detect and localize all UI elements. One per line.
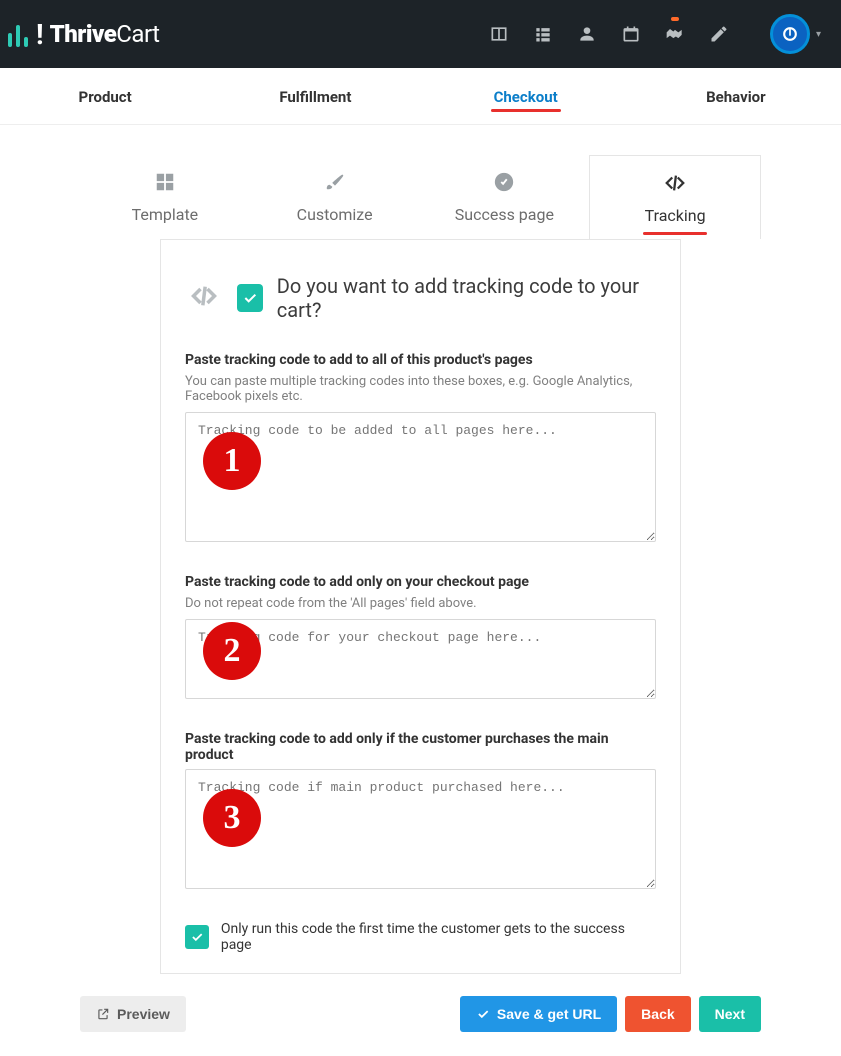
list-icon[interactable] <box>532 23 554 45</box>
brand-logo[interactable]: ! ThriveCart <box>8 18 160 51</box>
check-icon <box>476 1007 490 1021</box>
button-label: Save & get URL <box>497 1006 601 1022</box>
button-label: Preview <box>117 1006 170 1022</box>
field-help: You can paste multiple tracking codes in… <box>185 374 656 404</box>
annotation-badge-3: 3 <box>203 789 261 847</box>
annotation-badge-2: 2 <box>203 622 261 680</box>
check-circle-icon <box>420 171 590 197</box>
only-run-label: Only run this code the first time the cu… <box>221 921 656 953</box>
header-icon-row: ▾ <box>488 14 821 54</box>
notification-dot <box>671 17 679 21</box>
preview-button[interactable]: Preview <box>80 996 186 1032</box>
subtab-success[interactable]: Success page <box>420 155 590 239</box>
back-button[interactable]: Back <box>625 996 690 1032</box>
top-bar: ! ThriveCart ▾ <box>0 0 841 68</box>
subtab-label: Success page <box>455 205 554 224</box>
brand-name: ThriveCart <box>50 20 160 48</box>
field-label: Paste tracking code to add to all of thi… <box>185 352 656 368</box>
tab-product[interactable]: Product <box>0 68 210 124</box>
tab-checkout[interactable]: Checkout <box>421 68 631 124</box>
calendar-icon[interactable] <box>620 23 642 45</box>
account-menu[interactable]: ▾ <box>770 14 821 54</box>
logo-mark: ! <box>36 18 44 51</box>
tab-behavior[interactable]: Behavior <box>631 68 841 124</box>
code-icon <box>590 172 760 198</box>
field-checkout-page: Paste tracking code to add only on your … <box>185 574 656 703</box>
code-icon <box>185 282 223 314</box>
only-run-checkbox[interactable] <box>185 925 209 949</box>
field-main-product: Paste tracking code to add only if the c… <box>185 731 656 893</box>
chevron-down-icon: ▾ <box>816 29 821 40</box>
avatar-icon <box>770 14 810 54</box>
edit-icon[interactable] <box>708 23 730 45</box>
button-label: Back <box>641 1006 674 1022</box>
only-run-row: Only run this code the first time the cu… <box>185 921 656 953</box>
logo-bars-icon <box>8 21 28 47</box>
subtab-label: Tracking <box>645 206 706 225</box>
enable-tracking-checkbox[interactable] <box>237 284 263 312</box>
field-help: Do not repeat code from the 'All pages' … <box>185 596 656 611</box>
tracking-panel: Do you want to add tracking code to your… <box>160 239 681 974</box>
next-button[interactable]: Next <box>699 996 761 1032</box>
subtab-label: Template <box>132 205 199 224</box>
save-button[interactable]: Save & get URL <box>460 996 617 1032</box>
handshake-icon[interactable] <box>664 23 686 45</box>
grid-icon <box>80 171 250 197</box>
brush-icon <box>250 171 420 197</box>
annotation-badge-1: 1 <box>203 432 261 490</box>
subtab-tracking[interactable]: Tracking <box>589 155 761 239</box>
main-tabs: Product Fulfillment Checkout Behavior <box>0 68 841 125</box>
sub-tabs: Template Customize Success page Tracking <box>80 155 761 239</box>
field-label: Paste tracking code to add only on your … <box>185 574 656 590</box>
panel-title: Do you want to add tracking code to your… <box>277 274 656 322</box>
user-icon[interactable] <box>576 23 598 45</box>
footer-actions: Preview Save & get URL Back Next <box>0 974 841 1056</box>
subtab-label: Customize <box>297 205 373 224</box>
field-label: Paste tracking code to add only if the c… <box>185 731 656 763</box>
button-label: Next <box>715 1006 745 1022</box>
subtab-customize[interactable]: Customize <box>250 155 420 239</box>
tab-fulfillment[interactable]: Fulfillment <box>210 68 420 124</box>
subtab-template[interactable]: Template <box>80 155 250 239</box>
external-link-icon <box>96 1007 110 1021</box>
layout-icon[interactable] <box>488 23 510 45</box>
field-all-pages: Paste tracking code to add to all of thi… <box>185 352 656 546</box>
